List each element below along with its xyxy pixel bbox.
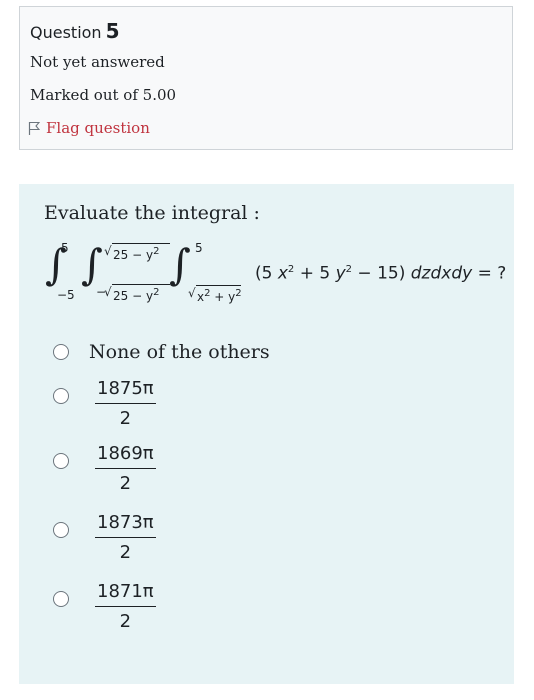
outer-lower-limit: −5 (57, 288, 75, 302)
flag-question-link[interactable]: Flag question (28, 119, 150, 137)
integral-sign-inner: ∫ (169, 240, 191, 289)
denominator: 2 (119, 542, 132, 563)
question-title: Question 5 (30, 19, 119, 43)
question-number: 5 (105, 19, 120, 43)
fraction: 1871π 2 (95, 581, 156, 632)
radio-button[interactable] (53, 344, 69, 360)
integrand: (5 x2 + 5 y2 − 15) dzdxdy = ? (255, 263, 507, 284)
denominator: 2 (119, 408, 132, 429)
fraction: 1875π 2 (95, 378, 156, 429)
sqrt-icon: √ (188, 286, 196, 300)
sqrt-bar (112, 284, 170, 285)
middle-lower-limit: 25 − y2 (113, 287, 160, 303)
radio-button[interactable] (53, 591, 69, 607)
numerator: 1873π (95, 512, 156, 538)
sqrt-bar (112, 243, 170, 244)
radio-button[interactable] (53, 453, 69, 469)
question-marks: Marked out of 5.00 (30, 86, 177, 104)
radio-button[interactable] (53, 388, 69, 404)
option-label: None of the others (89, 341, 270, 363)
question-prompt: Evaluate the integral : (44, 202, 260, 224)
fraction: 1869π 2 (95, 443, 156, 494)
question-content: Evaluate the integral : ∫ 5 −5 ∫ √ 25 − … (19, 184, 514, 684)
sqrt-icon: √ (104, 285, 112, 299)
middle-upper-limit: 25 − y2 (113, 246, 160, 262)
question-info-panel: Question 5 Not yet answered Marked out of… (19, 6, 513, 150)
question-label: Question (30, 23, 102, 42)
inner-lower-limit: x2 + y2 (197, 288, 242, 304)
denominator: 2 (119, 611, 132, 632)
outer-upper-limit: 5 (61, 241, 69, 255)
flag-question-label: Flag question (46, 119, 150, 137)
radio-button[interactable] (53, 522, 69, 538)
fraction: 1873π 2 (95, 512, 156, 563)
denominator: 2 (119, 473, 132, 494)
numerator: 1875π (95, 378, 156, 404)
inner-upper-limit: 5 (195, 241, 203, 255)
flag-icon (28, 121, 40, 135)
question-status: Not yet answered (30, 53, 165, 71)
numerator: 1871π (95, 581, 156, 607)
integral-sign-middle: ∫ (81, 240, 103, 289)
numerator: 1869π (95, 443, 156, 469)
sqrt-bar (196, 285, 241, 286)
sqrt-icon: √ (104, 244, 112, 258)
